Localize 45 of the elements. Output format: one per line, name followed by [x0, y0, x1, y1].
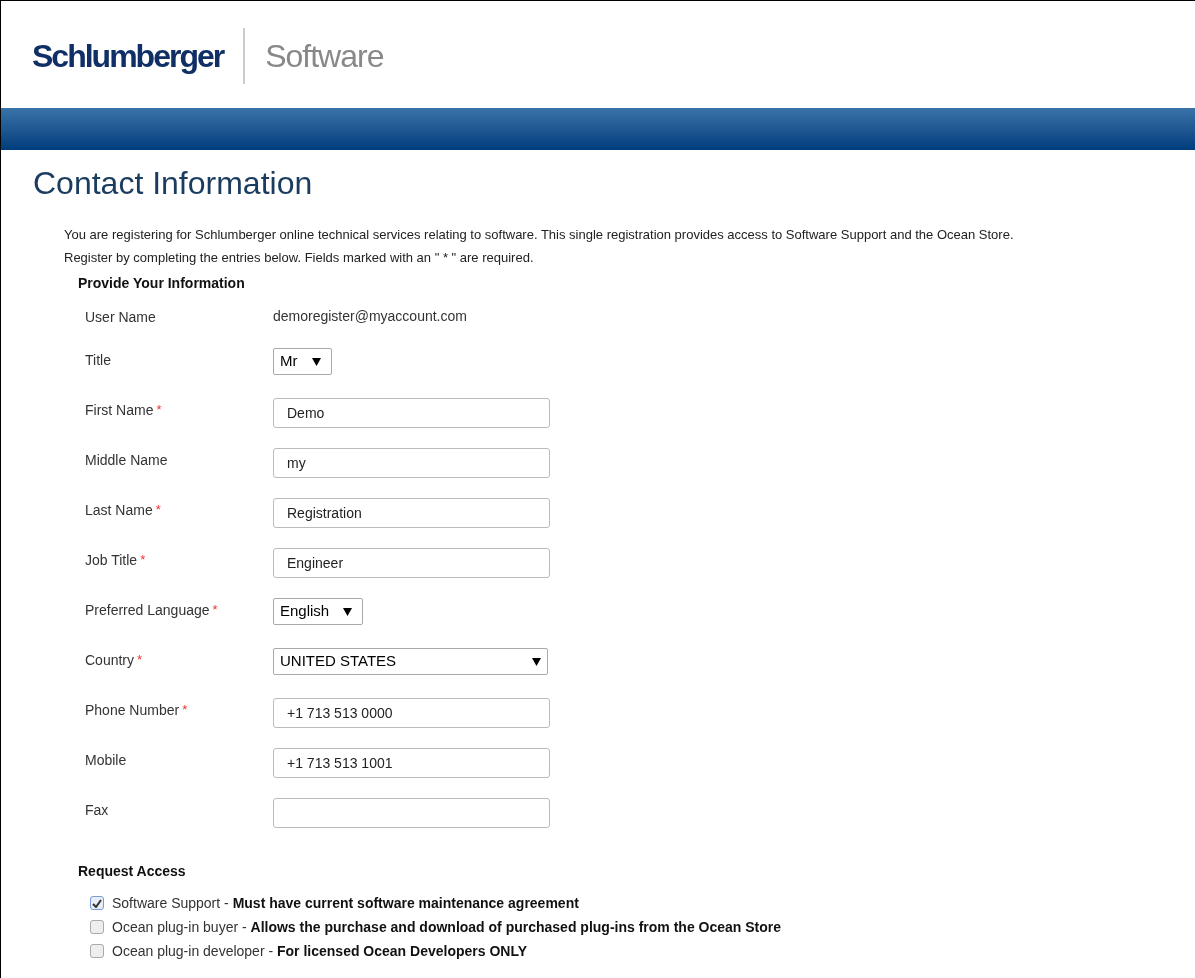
- field-label: Job Title: [85, 551, 138, 570]
- field-label: First Name: [85, 401, 154, 420]
- checkbox[interactable]: [90, 944, 104, 958]
- section-heading: Request Access: [78, 862, 187, 881]
- product-name: Software: [265, 36, 384, 76]
- caret-icon: [311, 357, 321, 366]
- access-option-label: Ocean plug-in developer - For licensed Ocean Developers ONLY: [112, 941, 528, 961]
- brand-logo[interactable]: Schlumberger: [32, 33, 224, 78]
- required-mark: *: [156, 401, 162, 419]
- input-field[interactable]: Demo: [273, 398, 550, 428]
- required-mark: *: [140, 551, 146, 569]
- caret-icon: [343, 607, 353, 616]
- intro-text: Register by completing the entries below. Fields marked with an " * " are required.: [64, 249, 535, 267]
- input-field[interactable]: +1 713 513 0000: [273, 698, 550, 728]
- field-label: Mobile: [85, 751, 127, 770]
- field-label: Preferred Language: [85, 601, 210, 620]
- input-field[interactable]: +1 713 513 1001: [273, 748, 550, 778]
- access-option-label: Software Support - Must have current software maintenance agreement: [112, 893, 579, 913]
- access-option-label: Ocean plug-in buyer - Allows the purchase and download of purchased plug-ins from the Ocean Store: [112, 917, 782, 937]
- required-mark: *: [155, 501, 161, 519]
- field-label: Title: [85, 351, 111, 370]
- intro-text: You are registering for Schlumberger online technical services relating to software. This single registration provides access to Software Support and the Ocean Store.: [64, 226, 1015, 244]
- required-mark: *: [212, 601, 218, 619]
- input-field[interactable]: Registration: [273, 498, 550, 528]
- checkmark-icon: [92, 898, 102, 908]
- field-label: Middle Name: [85, 451, 168, 470]
- field-label: User Name: [85, 308, 156, 327]
- user-name-value: demoregister@myaccount.com: [273, 307, 467, 326]
- page-title: Contact Information: [32, 164, 314, 203]
- dropdown[interactable]: English: [273, 598, 364, 625]
- required-mark: *: [137, 651, 143, 669]
- dropdown[interactable]: UNITED STATES: [273, 648, 548, 675]
- input-field[interactable]: [273, 798, 550, 828]
- field-label: Fax: [85, 801, 109, 820]
- input-field[interactable]: Engineer: [273, 548, 550, 578]
- dropdown[interactable]: Mr: [273, 348, 332, 375]
- section-heading: Provide Your Information: [78, 274, 246, 293]
- field-label: Phone Number: [85, 701, 180, 720]
- caret-icon: [532, 657, 541, 666]
- field-label: Last Name: [85, 501, 153, 520]
- input-field[interactable]: my: [273, 448, 550, 478]
- checkbox[interactable]: [90, 896, 104, 910]
- field-label: Country: [85, 651, 135, 670]
- checkbox[interactable]: [90, 920, 104, 934]
- required-mark: *: [182, 701, 188, 719]
